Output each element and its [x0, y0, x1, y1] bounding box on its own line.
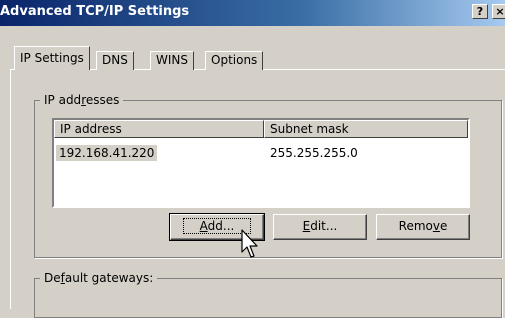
- title-bar: Advanced TCP/IP Settings ? ×: [0, 0, 505, 26]
- tab-ip-settings[interactable]: IP Settings: [14, 46, 90, 70]
- column-header-ip-address[interactable]: IP address: [54, 120, 264, 138]
- ip-addresses-legend: IP addresses: [40, 93, 124, 107]
- tab-options[interactable]: Options: [205, 51, 264, 70]
- mouse-pointer-icon: [241, 229, 258, 258]
- ip-address-list[interactable]: IP address Subnet mask 192.168.41.220 25…: [52, 118, 470, 208]
- window-title: Advanced TCP/IP Settings: [0, 4, 190, 19]
- ip-address-cell[interactable]: 192.168.41.220: [56, 145, 158, 161]
- remove-button[interactable]: Remove: [376, 214, 470, 240]
- tab-wins[interactable]: WINS: [150, 51, 194, 70]
- tab-wins-label: WINS: [156, 53, 188, 67]
- tab-dns-label: DNS: [102, 53, 128, 67]
- edit-button-label: Edit...: [302, 219, 338, 233]
- close-button[interactable]: ×: [492, 4, 505, 19]
- help-button[interactable]: ?: [472, 4, 488, 19]
- tab-ip-settings-label: IP Settings: [20, 51, 84, 65]
- default-gateways-legend: Default gateways:: [40, 271, 158, 285]
- tab-dns[interactable]: DNS: [96, 51, 134, 70]
- edit-button[interactable]: Edit...: [273, 214, 367, 240]
- subnet-mask-cell[interactable]: 255.255.255.0: [270, 145, 358, 161]
- column-header-subnet-mask[interactable]: Subnet mask: [264, 120, 468, 138]
- tab-options-label: Options: [211, 53, 258, 67]
- remove-button-label: Remove: [398, 219, 448, 233]
